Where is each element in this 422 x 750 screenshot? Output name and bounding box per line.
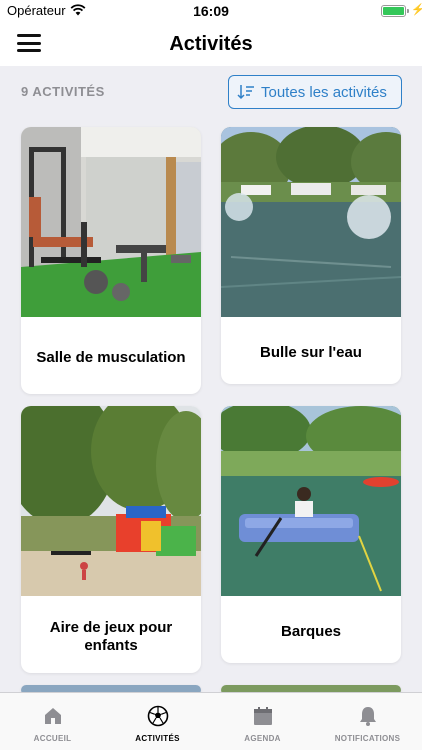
- filter-label: Toutes les activités: [261, 83, 387, 101]
- tab-bar: ACCUEIL ACTIVITÉS AGENDA NOTIFICATIONS: [0, 692, 422, 750]
- water-bubble-photo: [221, 127, 401, 317]
- activity-title: Barques: [280, 623, 342, 640]
- soccer-ball-icon: [147, 705, 168, 727]
- filter-button[interactable]: Toutes les activités: [228, 75, 402, 109]
- tab-label: AGENDA: [244, 734, 281, 743]
- activity-card-bubble[interactable]: Bulle sur l'eau: [221, 127, 401, 384]
- activities-count: 9 ACTIVITÉS: [21, 84, 105, 99]
- activity-title: Aire de jeux pour enfants: [49, 619, 173, 654]
- activity-card-rowboats[interactable]: Barques: [221, 406, 401, 663]
- activity-card-gym[interactable]: Salle de musculation: [21, 127, 201, 394]
- activity-card-playground[interactable]: Aire de jeux pour enfants: [21, 406, 201, 673]
- navigation-bar: Activités: [0, 22, 422, 66]
- tab-agenda[interactable]: AGENDA: [210, 705, 315, 743]
- status-bar: Opérateur 16:09 ⚡: [0, 0, 422, 22]
- home-icon: [44, 708, 61, 724]
- charging-bolt-icon: ⚡: [411, 4, 422, 16]
- activity-title: Bulle sur l'eau: [260, 344, 362, 361]
- gym-photo: [21, 127, 201, 317]
- tab-label: ACCUEIL: [33, 734, 72, 743]
- battery-tip: [407, 9, 409, 13]
- playground-photo: [21, 406, 201, 596]
- tab-activites[interactable]: ACTIVITÉS: [105, 705, 210, 743]
- battery-icon: [381, 5, 406, 17]
- tab-accueil[interactable]: ACCUEIL: [0, 705, 105, 743]
- activity-title: Salle de musculation: [36, 349, 186, 366]
- status-time: 16:09: [193, 3, 229, 19]
- rowboat-photo: [221, 406, 401, 596]
- tab-label: NOTIFICATIONS: [334, 734, 401, 743]
- page-title: Activités: [169, 33, 253, 55]
- tab-notifications[interactable]: NOTIFICATIONS: [315, 705, 420, 743]
- bell-icon: [359, 707, 376, 726]
- sort-filter-icon: [237, 85, 254, 100]
- tab-label: ACTIVITÉS: [135, 734, 180, 743]
- calendar-icon: [253, 707, 272, 725]
